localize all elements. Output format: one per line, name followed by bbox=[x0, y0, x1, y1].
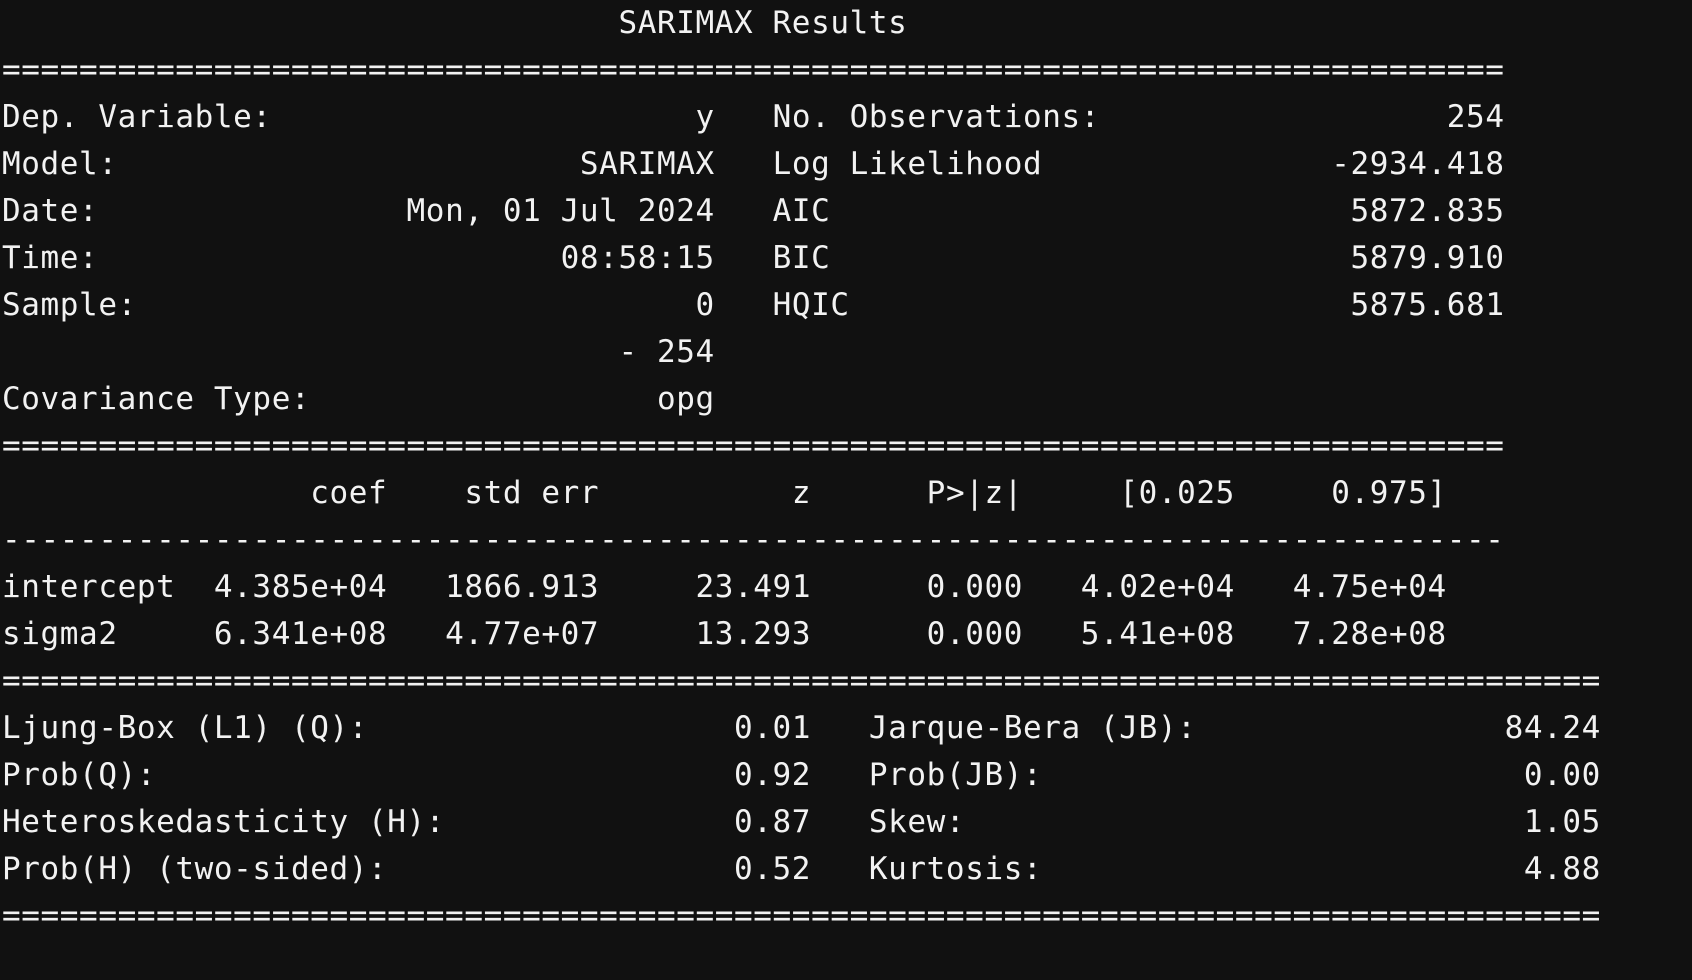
diag-left-label: Heteroskedasticity (H): bbox=[2, 804, 735, 840]
info-left-label: Covariance Type: bbox=[2, 381, 657, 417]
diag-right-value: 0.00 bbox=[1523, 757, 1601, 793]
coef-header-blank bbox=[2, 475, 175, 511]
diagnostic-row: Heteroskedasticity (H): 0.87 Skew: 1.05 bbox=[2, 799, 1601, 846]
info-left-label: Model: bbox=[2, 146, 580, 182]
coef-header-cell: P>|z| bbox=[811, 475, 1023, 511]
diag-right-label: Kurtosis: bbox=[868, 851, 1524, 887]
info-left-label: Sample: bbox=[2, 287, 696, 323]
separator-mid: ========================================… bbox=[2, 423, 1601, 470]
diagnostic-row: Prob(H) (two-sided): 0.52 Kurtosis: 4.88 bbox=[2, 846, 1601, 893]
coef-header-row: coef std err z P>|z| [0.025 0.975] bbox=[2, 470, 1601, 517]
info-left-label bbox=[2, 334, 618, 370]
info-right-value: 254 bbox=[1446, 99, 1505, 135]
separator-equals: ========================================… bbox=[2, 898, 1601, 934]
coef-param-name: sigma2 bbox=[2, 616, 176, 652]
title-line: SARIMAX Results bbox=[2, 0, 1601, 47]
diagnostic-row: Ljung-Box (L1) (Q): 0.01 Jarque-Bera (JB… bbox=[2, 705, 1601, 752]
results-title: SARIMAX Results bbox=[618, 5, 908, 41]
separator-dashes: ----------------------------------------… bbox=[2, 522, 1505, 558]
coef-cell: 4.77e+07 bbox=[387, 616, 600, 652]
info-left-value: 0 bbox=[695, 287, 715, 323]
diag-right-value: 4.88 bbox=[1523, 851, 1601, 887]
coef-header-cell: std err bbox=[387, 475, 600, 511]
info-row: Covariance Type: opg bbox=[2, 376, 1601, 423]
info-left-label: Date: bbox=[2, 193, 407, 229]
coef-cell: 1866.913 bbox=[387, 569, 600, 605]
coef-cell: 0.000 bbox=[811, 616, 1023, 652]
info-row: Date: Mon, 01 Jul 2024 AIC 5872.835 bbox=[2, 188, 1601, 235]
info-row: Sample: 0 HQIC 5875.681 bbox=[2, 282, 1601, 329]
info-right-value: 5875.681 bbox=[1350, 287, 1505, 323]
diag-right-value: 84.24 bbox=[1504, 710, 1601, 746]
coef-cell: 23.491 bbox=[599, 569, 812, 605]
info-left-value: SARIMAX bbox=[579, 146, 715, 182]
separator-dash: ----------------------------------------… bbox=[2, 517, 1601, 564]
diag-left-label: Prob(H) (two-sided): bbox=[2, 851, 735, 887]
coef-header-cell: z bbox=[599, 475, 812, 511]
coef-row: sigma2 6.341e+08 4.77e+07 13.293 0.000 5… bbox=[2, 611, 1601, 658]
info-row: Model: SARIMAX Log Likelihood -2934.418 bbox=[2, 141, 1601, 188]
info-right-value: 5879.910 bbox=[1350, 240, 1505, 276]
coef-param-name: intercept bbox=[2, 569, 176, 605]
coef-cell: 5.41e+08 bbox=[1023, 616, 1235, 652]
coef-cell: 4.385e+04 bbox=[175, 569, 388, 605]
info-right-label: No. Observations: bbox=[772, 99, 1447, 135]
info-left-value: - 254 bbox=[618, 334, 715, 370]
diag-left-value: 0.52 bbox=[734, 851, 812, 887]
info-right-value: 5872.835 bbox=[1350, 193, 1505, 229]
coef-cell: 13.293 bbox=[599, 616, 812, 652]
info-right-value: -2934.418 bbox=[1331, 146, 1505, 182]
coef-cell: 4.02e+04 bbox=[1023, 569, 1235, 605]
diag-left-label: Ljung-Box (L1) (Q): bbox=[2, 710, 735, 746]
diag-left-value: 0.92 bbox=[734, 757, 812, 793]
coef-header-cell: 0.975] bbox=[1234, 475, 1447, 511]
info-right-label: HQIC bbox=[772, 287, 1351, 323]
coef-cell: 0.000 bbox=[811, 569, 1023, 605]
info-left-value: Mon, 01 Jul 2024 bbox=[406, 193, 715, 229]
info-row: Time: 08:58:15 BIC 5879.910 bbox=[2, 235, 1601, 282]
separator-top: ========================================… bbox=[2, 47, 1601, 94]
separator-bottom: ========================================… bbox=[2, 893, 1601, 940]
info-left-value: 08:58:15 bbox=[560, 240, 715, 276]
separator-diag-top: ========================================… bbox=[2, 658, 1601, 705]
diag-left-value: 0.01 bbox=[734, 710, 812, 746]
info-right-label: BIC bbox=[772, 240, 1351, 276]
separator-equals: ========================================… bbox=[2, 52, 1505, 88]
diag-left-label: Prob(Q): bbox=[2, 757, 735, 793]
coef-row: intercept 4.385e+04 1866.913 23.491 0.00… bbox=[2, 564, 1601, 611]
coef-cell: 4.75e+04 bbox=[1234, 569, 1447, 605]
separator-equals: ========================================… bbox=[2, 663, 1601, 699]
coef-header-cell: [0.025 bbox=[1023, 475, 1235, 511]
info-right-label: AIC bbox=[772, 193, 1351, 229]
info-left-value: y bbox=[695, 99, 715, 135]
coef-cell: 7.28e+08 bbox=[1234, 616, 1447, 652]
info-right-label: Log Likelihood bbox=[772, 146, 1332, 182]
diagnostic-row: Prob(Q): 0.92 Prob(JB): 0.00 bbox=[2, 752, 1601, 799]
diag-left-value: 0.87 bbox=[734, 804, 812, 840]
diag-right-value: 1.05 bbox=[1523, 804, 1601, 840]
info-left-label: Time: bbox=[2, 240, 561, 276]
diag-right-label: Prob(JB): bbox=[868, 757, 1524, 793]
coef-header-cell: coef bbox=[175, 475, 388, 511]
sarimax-results-output: SARIMAX Results =========================… bbox=[2, 0, 1601, 940]
info-row: - 254 bbox=[2, 329, 1601, 376]
info-left-value: opg bbox=[656, 381, 715, 417]
info-left-label: Dep. Variable: bbox=[2, 99, 696, 135]
info-row: Dep. Variable: y No. Observations: 254 bbox=[2, 94, 1601, 141]
diag-right-label: Jarque-Bera (JB): bbox=[868, 710, 1505, 746]
coef-cell: 6.341e+08 bbox=[175, 616, 388, 652]
diag-right-label: Skew: bbox=[868, 804, 1524, 840]
separator-equals: ========================================… bbox=[2, 428, 1505, 464]
